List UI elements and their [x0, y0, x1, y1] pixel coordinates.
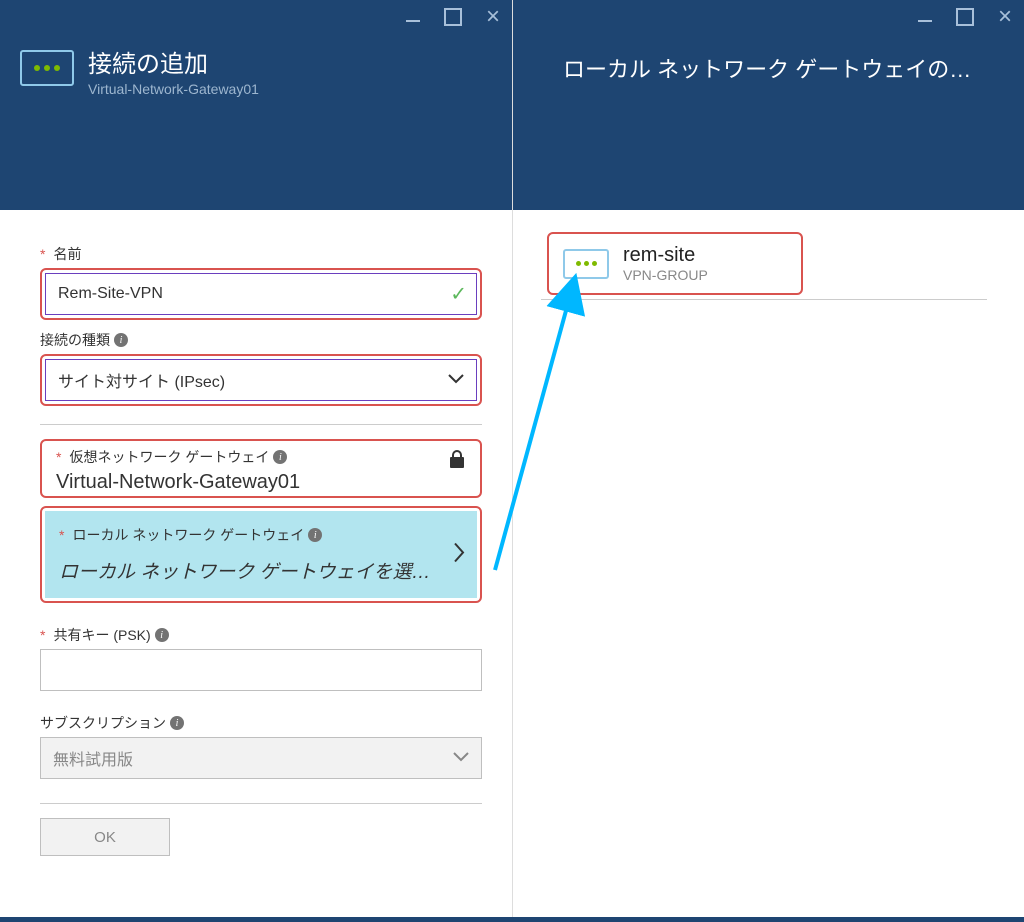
blade-title: 接続の追加 [88, 44, 259, 79]
window-controls-right: × [914, 6, 1016, 28]
blade-add-connection: × 接続の追加 Virtual-Network-Gateway01 *名前 [0, 0, 513, 922]
blade-subtitle: Virtual-Network-Gateway01 [88, 81, 259, 97]
connection-icon [563, 249, 609, 279]
vng-label: 仮想ネットワーク ゲートウェイ [69, 447, 269, 467]
info-icon[interactable]: i [114, 333, 128, 347]
maximize-icon[interactable] [954, 6, 976, 28]
gateway-item-group: VPN-GROUP [623, 267, 708, 283]
conn-type-select[interactable]: サイト対サイト (IPsec) [45, 359, 477, 401]
info-icon[interactable]: i [273, 450, 287, 464]
form-body: *名前 ✓ 接続の種類 i サイト対サイト (IPsec) [0, 210, 512, 856]
subscription-select[interactable]: 無料試用版 [40, 737, 482, 779]
psk-input[interactable] [40, 649, 482, 691]
connection-icon [20, 50, 74, 86]
blade-header-right: × ローカル ネットワーク ゲートウェイの… [513, 0, 1024, 210]
lock-icon [448, 449, 466, 475]
chevron-down-icon [448, 371, 464, 389]
lng-selector[interactable]: * ローカル ネットワーク ゲートウェイ i ローカル ネットワーク ゲートウェ… [45, 511, 477, 598]
close-icon[interactable]: × [994, 6, 1016, 28]
info-icon[interactable]: i [308, 528, 322, 542]
name-label: *名前 [40, 244, 482, 264]
minimize-icon[interactable] [402, 6, 424, 28]
chevron-right-icon [453, 539, 465, 570]
vng-value: Virtual-Network-Gateway01 [56, 471, 466, 494]
gateway-item-name: rem-site [623, 244, 708, 267]
window-controls-left: × [402, 6, 504, 28]
bottom-bar [0, 917, 1024, 922]
conn-type-label: 接続の種類 i [40, 330, 482, 350]
lng-label: ローカル ネットワーク ゲートウェイ [72, 525, 304, 545]
info-icon[interactable]: i [170, 716, 184, 730]
close-icon[interactable]: × [482, 6, 504, 28]
maximize-icon[interactable] [442, 6, 464, 28]
ok-button[interactable]: OK [40, 818, 170, 856]
vng-block: * 仮想ネットワーク ゲートウェイ i Virtual-Network-Gate… [40, 439, 482, 498]
blade-header-left: × 接続の追加 Virtual-Network-Gateway01 [0, 0, 512, 210]
minimize-icon[interactable] [914, 6, 936, 28]
gateway-item-rem-site[interactable]: rem-site VPN-GROUP [547, 232, 803, 295]
info-icon[interactable]: i [155, 628, 169, 642]
lng-value: ローカル ネットワーク ゲートウェイを選… [59, 557, 463, 584]
name-input[interactable] [45, 273, 477, 315]
psk-label: *共有キー (PSK) i [40, 625, 482, 645]
chevron-down-icon [453, 749, 469, 767]
blade-local-gateway-picker: × ローカル ネットワーク ゲートウェイの… rem-site VPN-GROU… [513, 0, 1024, 922]
subscription-label: サブスクリプション i [40, 713, 482, 733]
